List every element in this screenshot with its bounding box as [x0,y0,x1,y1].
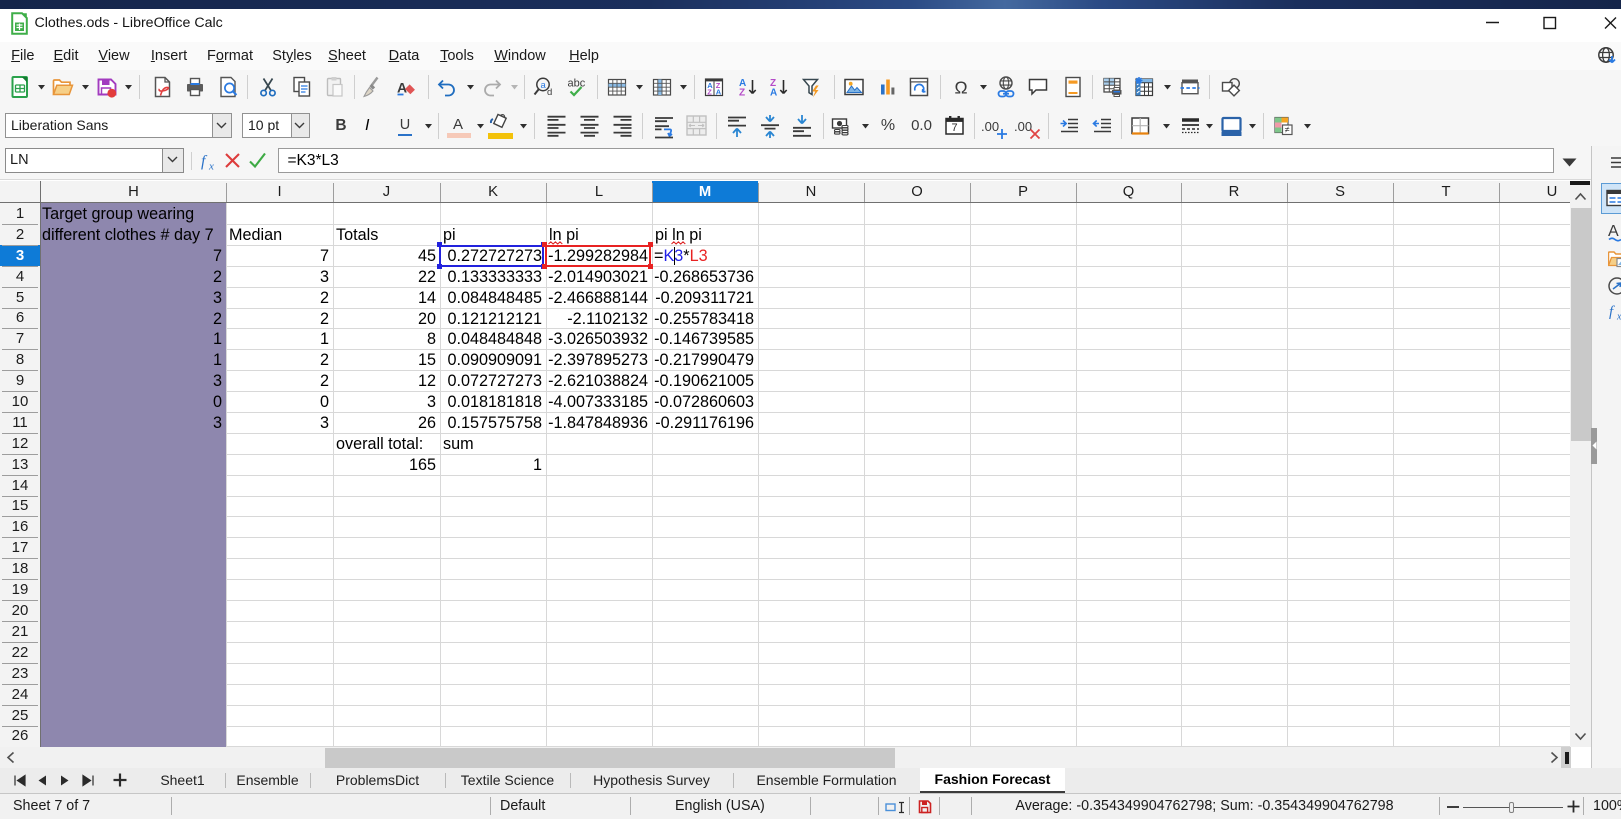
svg-text:7: 7 [951,122,957,134]
svg-text:d: d [547,87,552,98]
svg-text:a: a [541,80,547,91]
svg-text:A: A [1608,223,1619,240]
svg-text:A: A [397,80,407,96]
svg-text:abc: abc [568,78,586,90]
svg-text:f: f [1609,304,1615,320]
svg-text:x: x [1616,312,1621,323]
svg-text:A: A [716,88,722,97]
svg-text:Z: Z [707,88,712,97]
svg-text:f: f [201,153,208,170]
svg-text:≠: ≠ [1285,124,1290,134]
svg-text:x: x [208,161,214,173]
svg-text:A: A [770,88,777,99]
svg-text:Ω: Ω [954,78,967,98]
svg-text:Z: Z [739,88,745,99]
